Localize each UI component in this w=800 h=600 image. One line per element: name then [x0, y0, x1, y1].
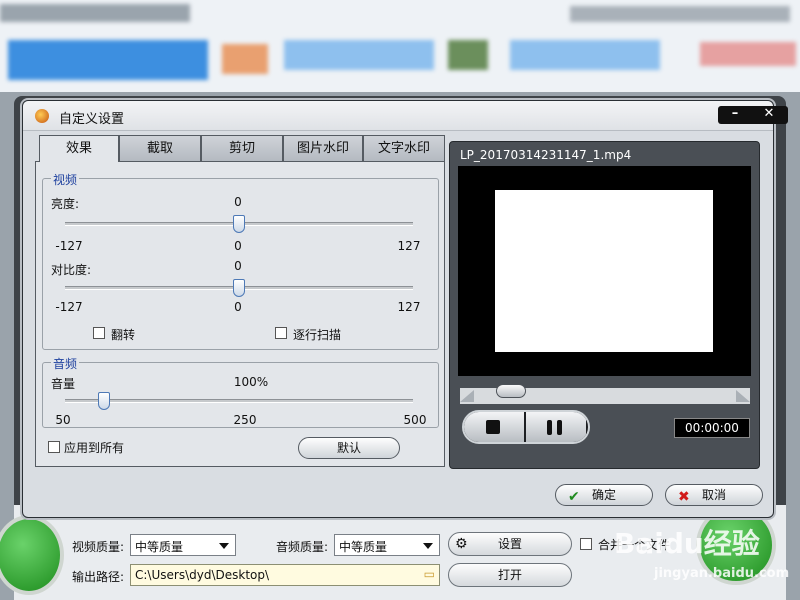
seek-end-marker-icon[interactable]: [736, 390, 750, 402]
chevron-down-icon: [423, 543, 433, 549]
blurred-browser-header: [0, 0, 800, 95]
baidu-watermark-url: jingyan.baidu.com: [654, 566, 790, 581]
video-quality-value: 中等质量: [135, 540, 184, 554]
pause-icon: [557, 420, 562, 435]
contrast-slider-thumb[interactable]: [233, 279, 245, 297]
open-button-label: 打开: [497, 568, 522, 582]
seek-start-marker-icon[interactable]: [460, 390, 474, 402]
open-button[interactable]: 打开: [448, 563, 572, 587]
audio-group-title: 音频: [51, 355, 80, 372]
dialog-title: 自定义设置: [59, 112, 125, 127]
pause-icon: [547, 420, 552, 435]
app-icon: [35, 109, 49, 123]
seek-thumb[interactable]: [496, 384, 526, 398]
flip-label: 翻转: [111, 328, 136, 342]
brightness-value: 0: [234, 195, 242, 209]
video-group: 视频 亮度: 0 -127 0 127 对比度: 0 -127 0 127 翻转…: [42, 171, 439, 350]
cancel-button[interactable]: ✖ 取消: [665, 484, 763, 506]
close-icon[interactable]: ✕: [752, 106, 786, 124]
contrast-min: -127: [55, 300, 83, 314]
settings-panel: 效果 截取 剪切 图片水印 文字水印 视频 亮度: 0 -127 0 127 对…: [35, 135, 445, 467]
cancel-label: 取消: [702, 488, 727, 502]
tab-effects[interactable]: 效果: [39, 135, 119, 162]
chevron-down-icon: [219, 543, 229, 549]
video-preview: [458, 166, 751, 376]
contrast-max: 127: [397, 300, 421, 314]
audio-group: 音频 音量 100% 50 250 500: [42, 355, 439, 428]
brightness-label: 亮度:: [51, 197, 80, 211]
volume-min: 50: [55, 413, 71, 427]
playback-controls: [462, 410, 590, 444]
contrast-value: 0: [234, 259, 242, 273]
output-path-value: C:\Users\dyd\Desktop\: [135, 568, 270, 582]
green-decoration: [0, 515, 64, 595]
merge-checkbox[interactable]: [580, 538, 592, 550]
cross-icon: ✖: [678, 489, 690, 505]
blurred-text: [0, 4, 190, 22]
audio-quality-select[interactable]: 中等质量: [334, 534, 440, 556]
baidu-watermark: Baidu经验: [614, 527, 760, 560]
preview-file-name: LP_20170314231147_1.mp4: [460, 148, 632, 162]
blurred-text: [700, 42, 796, 66]
effects-tab-content: 视频 亮度: 0 -127 0 127 对比度: 0 -127 0 127 翻转…: [35, 161, 445, 467]
preview-panel: LP_20170314231147_1.mp4 00:00:00: [449, 141, 760, 469]
default-button[interactable]: 默认: [298, 437, 400, 459]
tab-cut[interactable]: 剪切: [201, 135, 283, 161]
ok-label: 确定: [592, 488, 617, 502]
contrast-mid: 0: [234, 300, 242, 314]
video-quality-label: 视频质量:: [72, 540, 125, 554]
deinterlace-label: 逐行扫描: [293, 328, 342, 342]
blurred-text: [510, 40, 660, 70]
brightness-mid: 0: [234, 239, 242, 253]
volume-slider-thumb[interactable]: [97, 392, 110, 410]
blurred-banner: [8, 40, 208, 80]
brightness-slider-thumb[interactable]: [233, 215, 245, 233]
audio-quality-value: 中等质量: [339, 540, 388, 554]
tab-text-watermark[interactable]: 文字水印: [363, 135, 445, 161]
output-path-field[interactable]: C:\Users\dyd\Desktop\ ▭: [130, 564, 440, 586]
stop-icon: [486, 420, 500, 434]
custom-settings-dialog: 自定义设置 – ✕ 效果 截取 剪切 图片水印 文字水印 视频 亮度: 0 -1…: [22, 100, 788, 518]
volume-max: 500: [403, 413, 427, 427]
audio-quality-label: 音频质量:: [276, 540, 329, 554]
pause-button[interactable]: [526, 412, 586, 442]
blurred-text: [570, 6, 790, 22]
apply-all-label: 应用到所有: [64, 441, 125, 455]
brightness-max: 127: [397, 239, 421, 253]
blurred-image: [448, 40, 488, 70]
apply-all-checkbox[interactable]: [48, 441, 60, 453]
window-buttons: – ✕: [718, 106, 788, 124]
seek-bar[interactable]: [460, 384, 750, 404]
playback-time: 00:00:00: [674, 418, 750, 438]
video-quality-select[interactable]: 中等质量: [130, 534, 236, 556]
dialog-title-bar: 自定义设置 – ✕: [23, 101, 788, 131]
output-path-label: 输出路径:: [72, 570, 125, 584]
stop-button[interactable]: [464, 412, 524, 442]
blurred-image: [222, 44, 268, 74]
brightness-min: -127: [55, 239, 83, 253]
checkmark-icon: ✔: [568, 489, 580, 505]
contrast-label: 对比度:: [51, 263, 92, 277]
volume-value: 100%: [233, 375, 269, 389]
tab-image-watermark[interactable]: 图片水印: [283, 135, 363, 161]
folder-icon: ▭: [423, 567, 435, 581]
settings-button[interactable]: ⚙ 设置: [448, 532, 572, 556]
tab-capture[interactable]: 截取: [119, 135, 201, 161]
flip-checkbox[interactable]: [93, 327, 105, 339]
settings-button-label: 设置: [497, 537, 522, 551]
volume-mid: 250: [233, 413, 257, 427]
deinterlace-checkbox[interactable]: [275, 327, 287, 339]
video-frame-content: [495, 190, 713, 352]
video-group-title: 视频: [51, 171, 80, 188]
volume-slider[interactable]: [65, 399, 413, 403]
gear-icon: ⚙: [455, 536, 468, 552]
volume-label: 音量: [51, 377, 76, 391]
ok-button[interactable]: ✔ 确定: [555, 484, 653, 506]
blurred-text: [284, 40, 434, 70]
minimize-icon[interactable]: –: [718, 106, 752, 124]
